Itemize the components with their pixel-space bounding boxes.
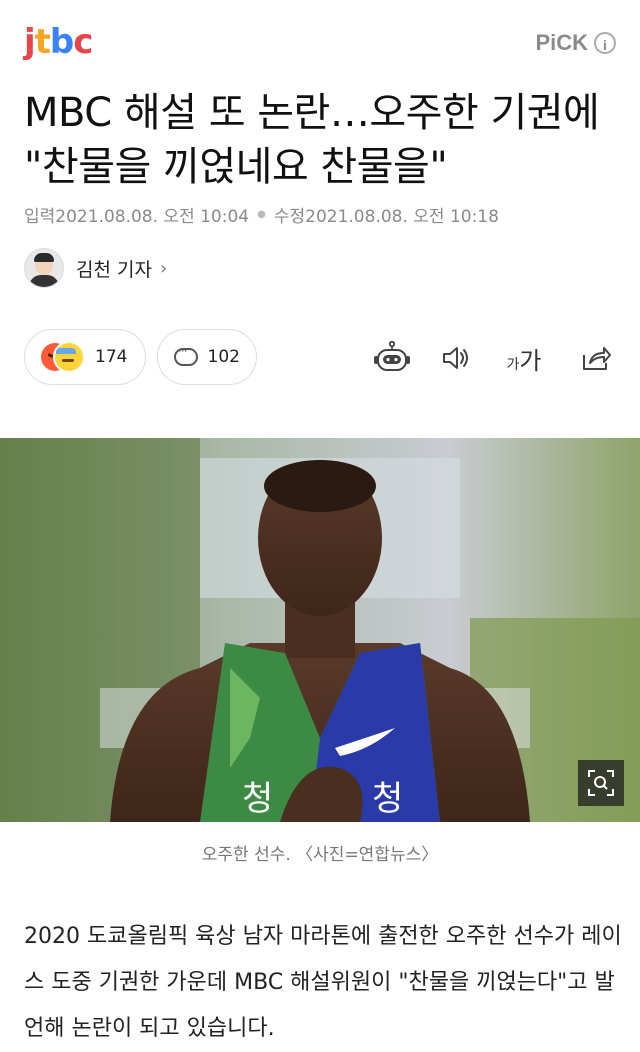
author-name: 김천 기자 [76, 258, 152, 281]
reaction-button[interactable]: 174 [24, 329, 146, 385]
info-icon[interactable]: i [594, 32, 616, 54]
pick-badge[interactable]: PiCK i [535, 30, 616, 56]
robot-icon [374, 341, 410, 371]
header: jtbc PiCK i [0, 0, 640, 80]
comment-button[interactable]: 102 [157, 329, 257, 385]
comment-count: 102 [207, 347, 240, 367]
article-photo[interactable]: 청 청 [0, 438, 640, 822]
jtbc-logo[interactable]: jtbc [24, 22, 93, 62]
share-button[interactable] [578, 340, 614, 376]
update-date: 2021.08.08. 오전 10:18 [305, 207, 499, 227]
logo-letter-c: c [73, 22, 93, 62]
logo-letter-t: t [34, 22, 51, 62]
jersey-bib-right: 청 [372, 779, 403, 819]
logo-letter-b: b [49, 22, 74, 62]
author-link[interactable]: 김천 기자 › [24, 248, 167, 288]
pick-label: PiCK [535, 30, 588, 55]
runner-photo: 청 청 [0, 438, 640, 822]
input-label: 입력 [24, 207, 56, 227]
update-label: 수정 [273, 207, 306, 227]
chevron-right-icon: › [159, 257, 168, 279]
photo-caption: 오주한 선수. 〈사진=연합뉴스〉 [201, 845, 439, 865]
article-dates: 입력 2021.08.08. 오전 10:04 ● 수정 2021.08.08.… [24, 202, 499, 227]
author-avatar [24, 248, 64, 288]
article-body: 2020 도쿄올림픽 육상 남자 마라톤에 출전한 오주한 선수가 레이스 도중… [24, 924, 622, 1041]
summary-bot-button[interactable] [370, 340, 414, 376]
article-title: MBC 해설 또 논란…오주한 기권에 "찬물을 끼얹네요 찬물을" [24, 90, 600, 190]
font-size-button[interactable]: 가가 [502, 340, 546, 376]
logo-letter-j: j [24, 22, 36, 62]
speaker-icon [443, 347, 468, 369]
zoom-button[interactable] [578, 760, 624, 806]
input-date: 2021.08.08. 오전 10:04 [55, 207, 250, 227]
jersey-bib-left: 청 [242, 779, 273, 819]
reaction-count: 174 [95, 347, 128, 367]
font-size-icon: 가가 [506, 346, 542, 375]
share-icon [583, 347, 611, 370]
magnifier-icon [588, 770, 614, 796]
listen-button[interactable] [438, 340, 474, 376]
comment-bubble-icon [174, 344, 198, 366]
dot-separator-icon: ● [257, 209, 266, 220]
article-toolbar: 가가 [370, 340, 616, 376]
sad-face-icon [53, 341, 85, 373]
